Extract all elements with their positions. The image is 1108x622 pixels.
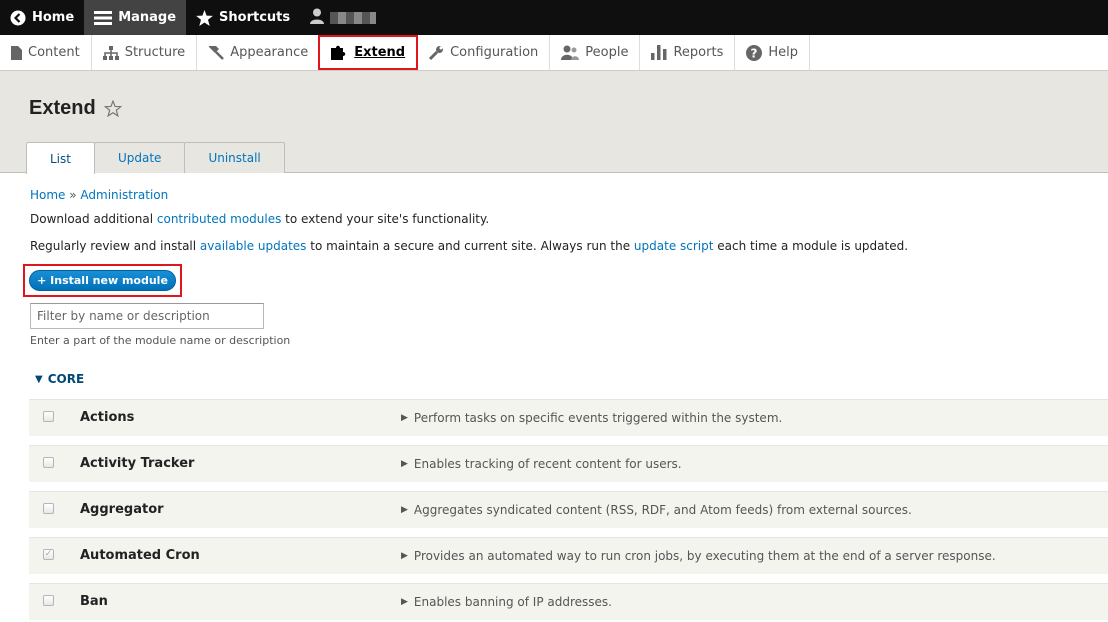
module-description: Perform tasks on specific events trigger… [413, 411, 783, 425]
module-row-actions: Actions ▶ Perform tasks on specific event… [29, 399, 1108, 436]
core-section-label: CORE [47, 372, 85, 386]
module-description-toggle[interactable]: ▶ Aggregates syndicated content (RSS, RDF… [401, 503, 912, 517]
tab-list[interactable]: List [26, 142, 95, 174]
toolbar-manage-link[interactable]: Manage [84, 0, 187, 35]
triangle-right-icon: ▶ [401, 459, 408, 469]
install-button-highlight: + Install new module [23, 264, 182, 297]
module-row-ban: Ban ▶ Enables banning of IP addresses. [29, 583, 1108, 620]
sitemap-icon [102, 45, 119, 60]
help-icon: ? [746, 44, 763, 61]
install-new-module-button[interactable]: + Install new module [29, 270, 176, 291]
tray-item-reports[interactable]: Reports [640, 35, 736, 70]
module-description: Enables banning of IP addresses. [413, 595, 612, 609]
triangle-right-icon: ▶ [401, 551, 408, 561]
intro-text: to extend your site's functionality. [281, 212, 490, 226]
module-description-toggle[interactable]: ▶ Provides an automated way to run cron j… [401, 549, 996, 563]
breadcrumb: Home » Administration [30, 188, 168, 202]
back-circle-icon [10, 10, 26, 26]
triangle-right-icon: ▶ [401, 413, 408, 423]
module-description-toggle[interactable]: ▶ Perform tasks on specific events trigge… [401, 411, 782, 425]
toolbar-home-link[interactable]: Home [0, 0, 84, 35]
tray-item-people[interactable]: People [550, 35, 641, 70]
module-description-toggle[interactable]: ▶ Enables tracking of recent content for … [401, 457, 682, 471]
tab-uninstall[interactable]: Uninstall [184, 142, 285, 173]
module-checkbox-checked-icon[interactable]: ✓ [43, 549, 54, 560]
module-name[interactable]: Activity Tracker [80, 456, 194, 471]
tab-update[interactable]: Update [93, 142, 186, 173]
admin-menu-tray: Content Structure Appearance Extend Conf… [0, 35, 1108, 71]
module-checkbox[interactable] [43, 503, 54, 514]
tray-item-structure[interactable]: Structure [92, 35, 198, 70]
tray-item-appearance[interactable]: Appearance [197, 35, 321, 70]
tray-item-content[interactable]: Content [0, 35, 92, 70]
page-header: Extend List Update Uninstall [0, 71, 1108, 174]
intro-text: each time a module is updated. [713, 239, 909, 253]
intro-text: Regularly review and install [30, 239, 200, 253]
tray-item-label: Appearance [230, 45, 309, 60]
redacted-username [330, 11, 377, 24]
module-row-automated-cron: ✓ Automated Cron ▶ Provides an automated … [29, 537, 1108, 574]
breadcrumb-separator: » [65, 188, 81, 202]
tray-item-label: Structure [124, 45, 186, 60]
page-title-text: Extend [29, 97, 96, 119]
module-description-toggle[interactable]: ▶ Enables banning of IP addresses. [401, 595, 612, 609]
module-name[interactable]: Actions [80, 410, 134, 425]
core-section-toggle[interactable]: ▼ CORE [35, 372, 84, 386]
module-name[interactable]: Automated Cron [80, 548, 200, 563]
bar-chart-icon [651, 45, 667, 60]
puzzle-icon [331, 45, 348, 60]
intro-text: Download additional [30, 212, 157, 226]
page-title: Extend [29, 97, 122, 120]
toolbar-shortcuts-label: Shortcuts [219, 10, 291, 25]
paint-icon [208, 45, 225, 60]
star-icon [196, 9, 213, 26]
filter-description: Enter a part of the module name or descr… [30, 334, 291, 347]
toolbar-user-link[interactable] [300, 0, 386, 35]
module-checkbox[interactable] [43, 595, 54, 606]
people-icon [561, 45, 580, 60]
tray-item-label: People [585, 45, 629, 60]
star-outline-icon[interactable] [103, 100, 122, 117]
svg-text:?: ? [751, 46, 758, 60]
tray-item-label: Configuration [450, 45, 539, 60]
wrench-icon [428, 45, 444, 61]
module-name[interactable]: Ban [80, 594, 108, 609]
update-script-link[interactable]: update script [634, 239, 714, 253]
module-row-activity-tracker: Activity Tracker ▶ Enables tracking of re… [29, 445, 1108, 482]
module-description: Provides an automated way to run cron jo… [413, 549, 996, 563]
module-name[interactable]: Aggregator [80, 502, 164, 517]
admin-toolbar: Home Manage Shortcuts [0, 0, 1108, 35]
module-checkbox[interactable] [43, 457, 54, 468]
user-icon [310, 8, 325, 27]
module-description: Enables tracking of recent content for u… [413, 457, 682, 471]
tray-item-label: Content [28, 45, 80, 60]
module-filter-input[interactable] [30, 303, 264, 329]
contributed-modules-link[interactable]: contributed modules [157, 212, 281, 226]
triangle-right-icon: ▶ [401, 505, 408, 515]
breadcrumb-administration-link[interactable]: Administration [80, 188, 168, 202]
toolbar-home-label: Home [32, 10, 75, 25]
tray-item-label: Reports [673, 45, 724, 60]
module-description: Aggregates syndicated content (RSS, RDF,… [413, 503, 912, 517]
intro-text: to maintain a secure and current site. A… [306, 239, 634, 253]
module-row-aggregator: Aggregator ▶ Aggregates syndicated conten… [29, 491, 1108, 528]
primary-tabs: List Update Uninstall [26, 142, 285, 174]
tray-item-label: Help [768, 45, 798, 60]
tray-item-extend[interactable]: Extend [318, 35, 418, 70]
module-checkbox[interactable] [43, 411, 54, 422]
triangle-right-icon: ▶ [401, 597, 408, 607]
triangle-down-icon: ▼ [35, 373, 43, 385]
available-updates-link[interactable]: available updates [200, 239, 307, 253]
breadcrumb-home-link[interactable]: Home [30, 188, 65, 202]
hamburger-icon [94, 10, 113, 26]
toolbar-manage-label: Manage [118, 10, 177, 25]
tray-item-label: Extend [354, 45, 406, 60]
intro-paragraph-1: Download additional contributed modules … [30, 212, 489, 226]
tray-item-configuration[interactable]: Configuration [417, 35, 551, 70]
file-icon [11, 45, 22, 60]
tray-item-help[interactable]: ? Help [735, 35, 810, 70]
toolbar-shortcuts-link[interactable]: Shortcuts [186, 0, 300, 35]
intro-paragraph-2: Regularly review and install available u… [30, 239, 908, 253]
